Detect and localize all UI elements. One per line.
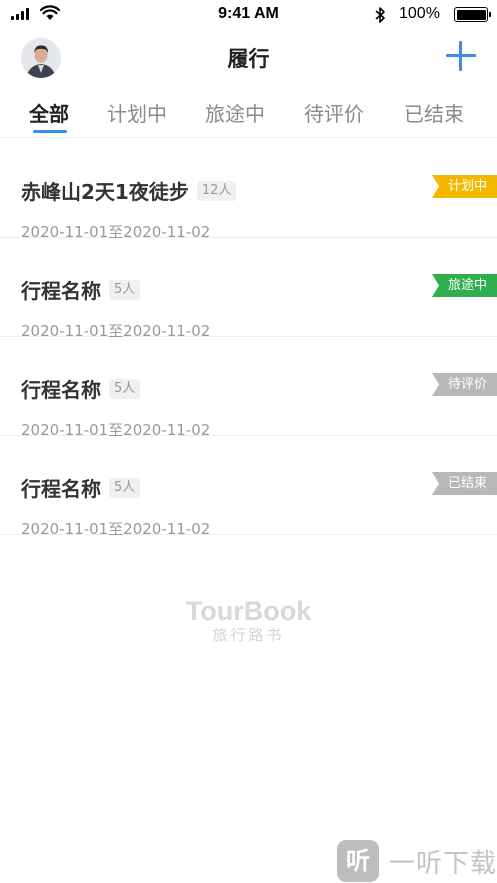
download-site-watermark: 听 一听下载 — [337, 840, 497, 882]
brand-subtitle: 旅行路书 — [212, 626, 285, 644]
nav-bar: 履行 — [0, 30, 497, 86]
bluetooth-icon — [375, 7, 385, 23]
trip-name: 行程名称 — [21, 477, 101, 501]
member-count-badge: 12人 — [196, 180, 237, 201]
tab-to-review[interactable]: 待评价 — [304, 98, 364, 127]
status-bar: 9:41 AM 100% — [0, 0, 497, 30]
trip-name: 行程名称 — [21, 378, 101, 402]
brand-logo: TourBook 旅行路书 — [0, 596, 497, 645]
brand-name: TourBook — [185, 596, 312, 626]
status-tag: 旅途中 — [431, 274, 497, 297]
trip-name: 行程名称 — [21, 279, 101, 303]
battery-percent: 100% — [399, 5, 440, 22]
tab-all[interactable]: 全部 — [29, 98, 69, 127]
status-tag: 已结束 — [431, 472, 497, 495]
active-tab-indicator — [33, 130, 67, 133]
member-count-badge: 5人 — [109, 279, 141, 300]
add-trip-button[interactable] — [444, 39, 478, 73]
trip-card[interactable]: 行程名称 5人 2020-11-01至2020-11-02 待评价 — [0, 337, 497, 439]
tab-planning[interactable]: 计划中 — [107, 98, 167, 127]
status-tag: 计划中 — [431, 175, 497, 198]
trip-card[interactable]: 赤峰山2天1夜徒步 12人 2020-11-01至2020-11-02 计划中 — [0, 139, 497, 241]
tab-bar: 全部 计划中 旅途中 待评价 已结束 — [0, 92, 497, 138]
status-tag: 待评价 — [431, 373, 497, 396]
member-count-badge: 5人 — [109, 477, 141, 498]
battery-icon — [454, 7, 491, 22]
trip-list: 赤峰山2天1夜徒步 12人 2020-11-01至2020-11-02 计划中 … — [0, 139, 497, 538]
tab-traveling[interactable]: 旅途中 — [205, 98, 265, 127]
page-title: 履行 — [227, 47, 270, 71]
trip-date-range: 2020-11-01至2020-11-02 — [21, 520, 211, 538]
trip-card[interactable]: 行程名称 5人 2020-11-01至2020-11-02 已结束 — [0, 436, 497, 538]
member-count-badge: 5人 — [109, 378, 141, 399]
watermark-text: 一听下载 — [389, 848, 497, 879]
tab-finished[interactable]: 已结束 — [404, 98, 464, 127]
watermark-logo-icon: 听 — [337, 840, 379, 882]
trip-name: 赤峰山2天1夜徒步 — [21, 180, 189, 204]
trip-card[interactable]: 行程名称 5人 2020-11-01至2020-11-02 旅途中 — [0, 238, 497, 340]
